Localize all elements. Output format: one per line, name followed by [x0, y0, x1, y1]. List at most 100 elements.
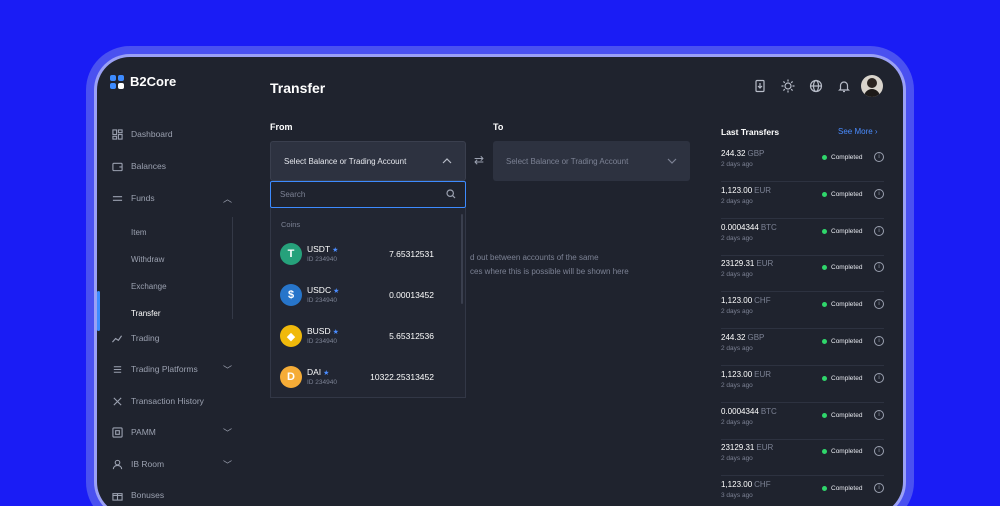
swap-icon[interactable]: ⇄: [474, 153, 484, 167]
transfer-row[interactable]: 244.32 GBP 2 days ago Completed i: [721, 145, 884, 182]
transfer-date: 2 days ago: [721, 455, 753, 463]
info-icon[interactable]: i: [874, 299, 884, 310]
coin-option-usdt[interactable]: T USDT ★ ID 234940 7.65312531: [280, 241, 458, 271]
info-icon[interactable]: i: [874, 446, 884, 457]
pamm-icon: [111, 426, 123, 438]
status-dot-icon: [822, 375, 827, 381]
transfer-currency: EUR: [754, 185, 772, 195]
status-badge: Completed: [822, 301, 862, 308]
account-dropdown: Coins T USDT ★ ID 234940 7.65312531 $ USD…: [270, 208, 466, 398]
info-text-line-1: d out between accounts of the same: [470, 253, 599, 262]
to-label: To: [493, 122, 504, 132]
header-actions: [753, 79, 851, 93]
coin-option-busd[interactable]: ◆ BUSD ★ ID 234940 5.65312536: [280, 323, 458, 353]
chevron-down-icon: ﹀: [223, 364, 233, 375]
search-input[interactable]: [280, 190, 430, 199]
search-icon[interactable]: [446, 186, 456, 204]
status-badge: Completed: [822, 191, 862, 198]
globe-icon[interactable]: [809, 79, 823, 93]
status-dot-icon: [822, 155, 827, 160]
star-icon: ★: [332, 329, 339, 336]
transfer-amount: 23129.31 EUR: [721, 259, 774, 269]
status-dot-icon: [822, 191, 827, 197]
transfer-amount: 1,123.00 CHF: [721, 480, 771, 490]
info-icon[interactable]: i: [874, 409, 884, 420]
info-icon[interactable]: i: [874, 152, 884, 162]
transfer-currency: EUR: [756, 443, 774, 453]
chevron-up-icon: [442, 157, 452, 166]
sidebar-item-label: Funds: [131, 193, 155, 203]
transfer-row[interactable]: 23129.31 EUR 2 days ago Completed i: [721, 255, 884, 293]
coin-option-usdc[interactable]: $ USDC ★ ID 234940 0.00013452: [280, 282, 458, 312]
sidebar-item-balances[interactable]: Balances: [111, 157, 166, 175]
info-icon[interactable]: i: [874, 336, 884, 346]
dropdown-section-label: Coins: [281, 220, 301, 229]
transfer-amount: 244.32 GBP: [721, 149, 765, 158]
star-icon: ★: [333, 288, 340, 295]
sidebar-item-pamm[interactable]: PAMM ﹀: [111, 423, 232, 441]
transfer-row[interactable]: 1,123.00 EUR 2 days ago Completed i: [721, 182, 884, 219]
info-icon[interactable]: i: [874, 372, 884, 383]
sidebar-item-trading-platforms[interactable]: Trading Platforms ﹀: [111, 360, 232, 378]
transfer-row[interactable]: 1,123.00 CHF 3 days ago Completed i: [721, 476, 884, 506]
transfer-date: 2 days ago: [721, 345, 753, 352]
sidebar-item-transaction-history[interactable]: Transaction History: [111, 392, 204, 410]
chevron-down-icon: [667, 157, 677, 166]
coin-amount: 10322.25313452: [370, 372, 434, 382]
search-field[interactable]: [270, 181, 466, 208]
info-icon[interactable]: i: [874, 188, 884, 199]
transfer-row[interactable]: 1,123.00 CHF 2 days ago Completed i: [721, 292, 884, 330]
sidebar-item-label: Trading Platforms: [131, 364, 198, 374]
transfer-row[interactable]: 0.0004344 BTC 2 days ago Completed i: [721, 403, 884, 440]
theme-sun-icon[interactable]: [781, 79, 795, 93]
dropdown-scrollbar[interactable]: [461, 214, 463, 304]
transfer-row[interactable]: 23129.31 EUR 2 days ago Completed i: [721, 439, 884, 477]
from-label: From: [270, 122, 293, 132]
sidebar-item-funds[interactable]: Funds ︿: [111, 189, 232, 207]
info-icon[interactable]: i: [874, 262, 884, 273]
sidebar-subitem-withdraw[interactable]: Withdraw: [131, 255, 164, 264]
deposit-icon[interactable]: [753, 79, 767, 93]
transfer-amount: 1,123.00 CHF: [721, 296, 771, 306]
sidebar-subitem-exchange[interactable]: Exchange: [131, 282, 167, 291]
platforms-icon: [111, 363, 123, 375]
transfer-row[interactable]: 0.0004344 BTC 2 days ago Completed i: [721, 219, 884, 256]
transfer-currency: EUR: [754, 369, 772, 379]
dashboard-icon: [111, 128, 123, 140]
busd-icon: ◆: [280, 325, 302, 347]
sidebar-item-bonuses[interactable]: Bonuses: [111, 486, 164, 504]
star-icon: ★: [323, 370, 330, 377]
transfer-row[interactable]: 244.32 GBP 2 days ago Completed i: [721, 329, 884, 366]
to-account-select[interactable]: Select Balance or Trading Account: [493, 141, 690, 181]
chevron-right-icon: ›: [874, 127, 878, 136]
logo[interactable]: B2Core: [110, 74, 176, 89]
logo-text: B2Core: [130, 74, 177, 89]
device-frame: B2Core Dashboard Balances Funds ︿ Item W…: [86, 46, 914, 506]
see-more-link[interactable]: See More ›: [838, 127, 878, 136]
bell-icon[interactable]: [837, 79, 851, 93]
sidebar-subitem-item[interactable]: Item: [131, 228, 147, 237]
status-badge: Completed: [822, 485, 862, 492]
sidebar-subitem-transfer[interactable]: Transfer: [131, 309, 161, 318]
sidebar-item-label: Transaction History: [131, 396, 204, 406]
coin-option-dai[interactable]: D DAI ★ ID 234940 10322.25313452: [280, 364, 458, 394]
transfer-row[interactable]: 1,123.00 EUR 2 days ago Completed i: [721, 366, 884, 403]
transfer-amount: 1,123.00 EUR: [721, 185, 772, 195]
coin-name: USDC ★: [307, 285, 340, 295]
status-dot-icon: [822, 486, 827, 492]
sidebar-item-dashboard[interactable]: Dashboard: [111, 125, 173, 143]
info-icon[interactable]: i: [874, 225, 884, 236]
from-account-select[interactable]: Select Balance or Trading Account: [270, 141, 466, 181]
sidebar-item-trading[interactable]: Trading: [111, 329, 160, 347]
avatar[interactable]: [861, 75, 883, 97]
device-bezel: B2Core Dashboard Balances Funds ︿ Item W…: [94, 54, 906, 506]
transfer-currency: EUR: [756, 259, 774, 269]
info-icon[interactable]: i: [874, 483, 884, 494]
star-icon: ★: [332, 247, 339, 254]
status-badge: Completed: [822, 264, 862, 271]
transfer-currency: BTC: [760, 222, 777, 232]
sidebar-item-ib-room[interactable]: IB Room ﹀: [111, 455, 232, 473]
transfer-amount: 0.0004344 BTC: [721, 406, 777, 416]
transfer-date: 2 days ago: [721, 381, 753, 389]
ib-icon: [111, 458, 123, 470]
